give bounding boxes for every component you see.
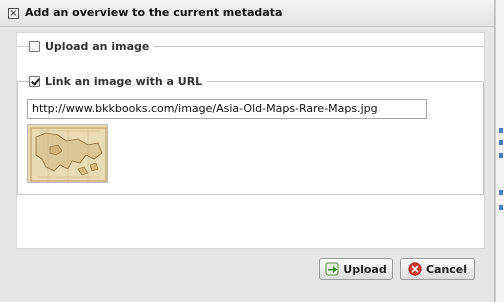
dialog-window: × Add an overview to the current metadat… (0, 0, 495, 302)
dialog-title: Add an overview to the current metadata (25, 6, 283, 19)
upload-arrow-icon (325, 262, 339, 276)
upload-button[interactable]: Upload (319, 258, 393, 280)
upload-section-legend: Upload an image (29, 38, 155, 54)
url-label[interactable]: Link an image with a URL (45, 75, 202, 88)
url-section-border-left (17, 81, 18, 195)
map-thumbnail (27, 124, 108, 183)
url-section-border-bottom (17, 194, 484, 195)
background-page-edge (495, 0, 504, 302)
map-preview-image (28, 125, 107, 182)
cancel-button-label: Cancel (425, 262, 468, 276)
url-section-legend: Link an image with a URL (29, 73, 208, 89)
url-section-border-right (483, 81, 484, 195)
dialog-content: Upload an image Link an image with a URL… (16, 32, 485, 249)
cancel-button[interactable]: Cancel (400, 258, 475, 280)
url-checkbox[interactable] (29, 75, 40, 87)
cancel-icon (408, 262, 422, 276)
url-input[interactable]: http://www.bkkbooks.com/image/Asia-Old-M… (27, 99, 427, 119)
upload-label[interactable]: Upload an image (45, 40, 149, 53)
upload-checkbox[interactable] (29, 40, 40, 52)
close-icon[interactable]: × (8, 8, 19, 19)
upload-button-label: Upload (343, 262, 387, 276)
dialog-titlebar: × Add an overview to the current metadat… (0, 0, 494, 27)
